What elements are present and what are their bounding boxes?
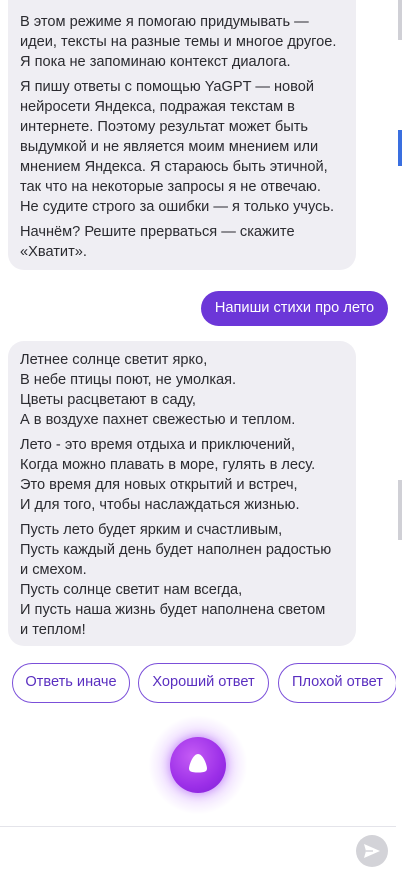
- message-line: Пусть солнце светит нам всегда,: [20, 582, 243, 598]
- message-line: и смехом.: [20, 562, 87, 578]
- message-line: Не судите строго за ошибки — я только уч…: [20, 199, 335, 215]
- message-paragraph: Лето - это время отдыха и приключений, Ко…: [20, 435, 344, 515]
- edge-accent: [398, 130, 402, 166]
- message-line: Когда можно плавать в море, гулять в лес…: [20, 457, 316, 473]
- alice-voice-button[interactable]: [148, 715, 248, 815]
- message-line: Это время для новых открытий и встреч,: [20, 477, 298, 493]
- message-paragraph: В этом режиме я помогаю придумывать — иде…: [20, 12, 344, 72]
- assistant-poem-message: Летнее солнце светит ярко, В небе птицы п…: [8, 341, 356, 646]
- suggestion-chips: Ответь иначе Хороший ответ Плохой ответ: [12, 663, 402, 703]
- message-line: Лето - это время отдыха и приключений,: [20, 437, 296, 453]
- edge-fragment: [398, 480, 402, 540]
- suggestion-bad-answer[interactable]: Плохой ответ: [278, 663, 397, 703]
- message-line: В небе птицы поют, не умолкая.: [20, 372, 237, 388]
- suggestion-good-answer[interactable]: Хороший ответ: [138, 663, 269, 703]
- message-line: и теплом!: [20, 622, 86, 638]
- send-button[interactable]: [356, 835, 388, 867]
- message-line: Начнём? Решите прерваться — скажите: [20, 224, 295, 240]
- message-paragraph: Летнее солнце светит ярко, В небе птицы п…: [20, 350, 344, 430]
- suggestion-answer-differently[interactable]: Ответь иначе: [12, 663, 130, 703]
- message-line: И для того, чтобы наслаждаться жизнью.: [20, 497, 300, 513]
- message-line: интернете. Поэтому результат может быть: [20, 119, 309, 135]
- message-input-bar[interactable]: [0, 826, 396, 874]
- message-line: Летнее солнце светит ярко,: [20, 352, 208, 368]
- message-line: Цветы расцветают в саду,: [20, 392, 196, 408]
- alice-button-circle[interactable]: [170, 737, 226, 793]
- edge-fragment: [398, 0, 402, 40]
- message-line: мнением Яндекса. Я стараюсь быть этичной…: [20, 159, 328, 175]
- message-paragraph: Начнём? Решите прерваться — скажите «Хват…: [20, 222, 344, 262]
- message-line: В этом режиме я помогаю придумывать —: [20, 14, 309, 30]
- chat-feed: В этом режиме я помогаю придумывать — иде…: [0, 0, 397, 826]
- message-line: «Хватит».: [20, 244, 87, 260]
- message-paragraph: Пусть лето будет ярким и счастливым, Пуст…: [20, 520, 344, 640]
- alice-icon: [189, 754, 207, 773]
- message-paragraph: Я пишу ответы с помощью YaGPT — новой ней…: [20, 77, 344, 217]
- message-line: нейросети Яндекса, подражая текстам в: [20, 99, 295, 115]
- user-message: Напиши стихи про лето: [201, 291, 388, 326]
- message-line: выдумкой и не является моим мнением или: [20, 139, 319, 155]
- message-line: Пусть каждый день будет наполнен радость…: [20, 542, 332, 558]
- message-line: Я пока не запоминаю контекст диалога.: [20, 54, 291, 70]
- assistant-intro-message: В этом режиме я помогаю придумывать — иде…: [8, 0, 356, 270]
- message-line: так что на некоторые запросы я не отвеча…: [20, 179, 321, 195]
- message-line: Пусть лето будет ярким и счастливым,: [20, 522, 283, 538]
- message-line: Я пишу ответы с помощью YaGPT — новой: [20, 79, 315, 95]
- message-line: А в воздухе пахнет свежестью и теплом.: [20, 412, 296, 428]
- message-line: И пусть наша жизнь будет наполнена свето…: [20, 602, 326, 618]
- send-arrow-icon: [364, 844, 380, 858]
- message-line: идеи, тексты на разные темы и многое дру…: [20, 34, 337, 50]
